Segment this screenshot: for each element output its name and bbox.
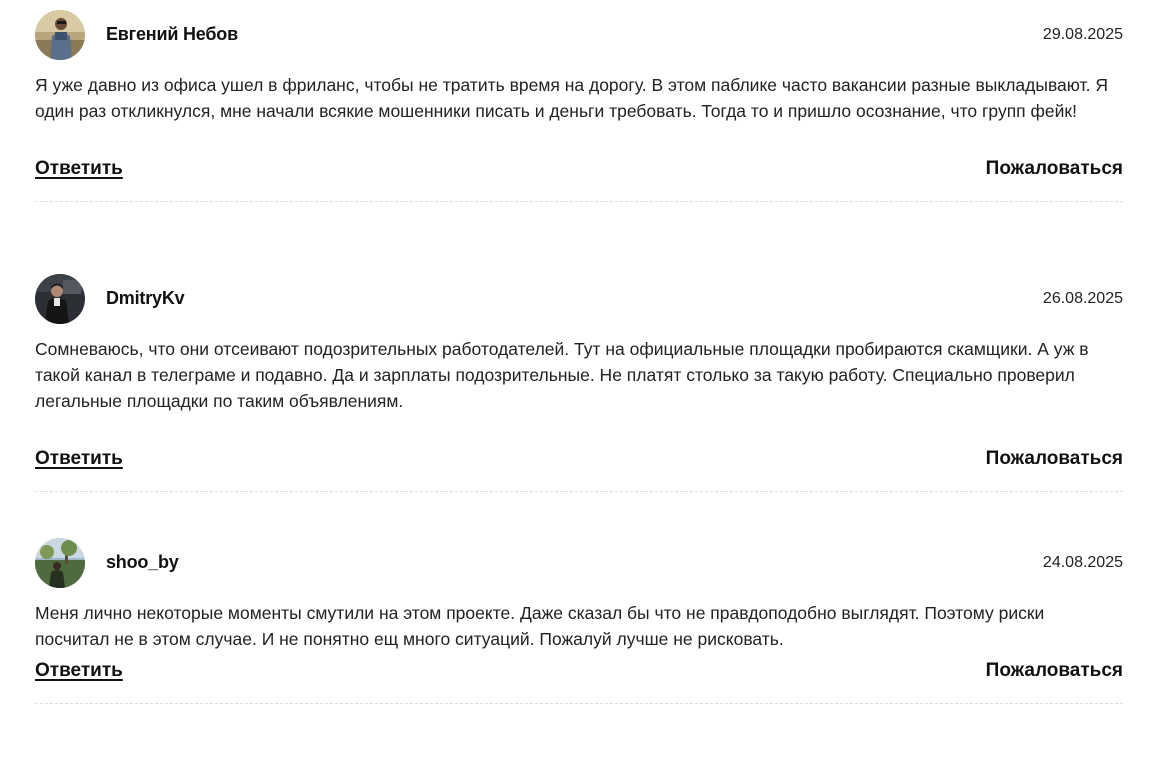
divider — [35, 703, 1123, 704]
comments-list: Евгений Небов 29.08.2025 Я уже давно из … — [35, 0, 1123, 766]
comment-text: Меня лично некоторые моменты смутили на … — [35, 603, 1045, 649]
user-photo-icon — [35, 274, 85, 324]
comment-text: Сомневаюсь, что они отсеивают подозрител… — [35, 339, 1089, 411]
avatar[interactable] — [35, 10, 85, 60]
avatar[interactable] — [35, 538, 85, 588]
comment-item: DmitryKv 26.08.2025 Сомневаюсь, что они … — [35, 264, 1123, 528]
user-photo-icon — [35, 538, 85, 588]
avatar[interactable] — [35, 274, 85, 324]
reply-link[interactable]: Ответить — [35, 158, 123, 180]
user-photo-icon — [35, 10, 85, 60]
reply-link[interactable]: Ответить — [35, 448, 123, 470]
comment-author[interactable]: shoo_by — [106, 552, 179, 573]
comment-author[interactable]: DmitryKv — [106, 288, 185, 309]
divider — [35, 201, 1123, 202]
comment-text: Я уже давно из офиса ушел в фриланс, что… — [35, 75, 1108, 121]
report-link[interactable]: Пожаловаться — [986, 158, 1123, 180]
report-link[interactable]: Пожаловаться — [986, 448, 1123, 470]
comment-date: 24.08.2025 — [1042, 554, 1123, 571]
comment-author[interactable]: Евгений Небов — [106, 24, 238, 45]
comment-date: 26.08.2025 — [1042, 290, 1123, 307]
comment-item: Евгений Небов 29.08.2025 Я уже давно из … — [35, 0, 1123, 264]
report-link[interactable]: Пожаловаться — [986, 660, 1123, 682]
comment-date: 29.08.2025 — [1042, 26, 1123, 43]
comment-item: shoo_by 24.08.2025 Меня лично некоторые … — [35, 528, 1123, 766]
divider — [35, 491, 1123, 492]
reply-link[interactable]: Ответить — [35, 660, 123, 682]
